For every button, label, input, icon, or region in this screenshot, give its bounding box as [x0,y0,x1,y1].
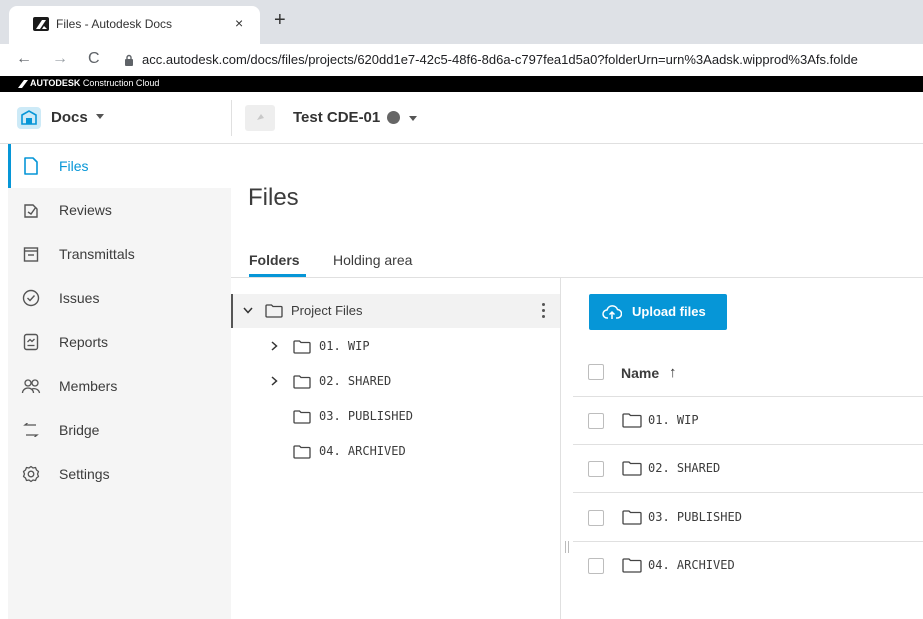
docs-module-icon[interactable] [17,107,41,129]
table-row-name[interactable]: 03. PUBLISHED [648,510,742,524]
brand-product: Construction Cloud [82,78,160,88]
chevron-down-icon[interactable] [96,114,104,119]
sidebar-item-label: Settings [59,466,110,482]
file-icon [21,156,41,176]
brand-name: AUTODESK [30,78,81,88]
tab-holding-area[interactable]: Holding area [333,252,412,268]
row-divider [573,444,923,445]
tree-item-label: 01. WIP [319,339,370,353]
active-indicator [8,144,11,188]
sidebar-item-files[interactable]: Files [8,144,231,188]
forward-icon[interactable]: → [52,49,68,69]
autodesk-favicon-icon [33,17,49,31]
members-icon [21,376,41,396]
back-icon[interactable]: ← [16,49,32,69]
row-checkbox[interactable] [588,413,604,429]
sidebar-item-label: Reviews [59,202,112,218]
pane-resize-handle[interactable] [565,541,569,553]
sidebar-item-label: Files [59,158,89,174]
sidebar-item-members[interactable]: Members [8,364,231,408]
sidebar-item-reports[interactable]: Reports [8,320,231,364]
sidebar-item-issues[interactable]: Issues [8,276,231,320]
select-all-checkbox[interactable] [588,364,604,380]
chevron-down-icon[interactable] [409,116,417,121]
browser-tab[interactable]: Files - Autodesk Docs × [9,6,260,44]
page-title: Files [248,184,299,211]
browser-tab-strip: Files - Autodesk Docs × + [0,0,923,44]
column-header-name[interactable]: Name [621,365,659,381]
folder-icon [622,413,642,428]
row-divider [573,396,923,397]
reports-icon [21,332,41,352]
table-row-name[interactable]: 01. WIP [648,413,699,427]
row-checkbox[interactable] [588,558,604,574]
cloud-upload-icon [602,305,622,319]
sidebar-item-label: Transmittals [59,246,135,262]
project-selector-label[interactable]: Test CDE-01 [293,109,380,126]
folder-icon [293,340,311,354]
row-divider [573,541,923,542]
folder-icon [293,445,311,459]
tree-item-wip[interactable]: 01. WIP [231,330,560,364]
settings-icon [21,464,41,484]
browser-address-bar: ← → C acc.autodesk.com/docs/files/projec… [0,44,923,76]
tree-item-shared[interactable]: 02. SHARED [231,365,560,399]
tree-item-label: 02. SHARED [319,374,392,388]
header-divider [231,100,232,136]
tabs-divider [231,277,923,278]
sidebar-item-transmittals[interactable]: Transmittals [8,232,231,276]
lock-icon[interactable] [124,54,134,66]
more-options-icon[interactable] [542,303,546,319]
sidebar-item-label: Bridge [59,422,100,438]
selected-indicator [231,294,233,328]
row-divider [573,492,923,493]
tree-item-project-files[interactable]: Project Files [231,294,560,328]
sidebar: Files Reviews Transmittals Issues Report… [8,144,231,619]
brand-bar: AUTODESK Construction Cloud [0,76,923,92]
folder-icon [293,375,311,389]
tab-folders[interactable]: Folders [249,252,300,268]
browser-tab-title: Files - Autodesk Docs [56,17,173,31]
tree-item-label: 04. ARCHIVED [319,444,406,458]
folder-icon [622,558,642,573]
sidebar-item-bridge[interactable]: Bridge [8,408,231,452]
bridge-icon [21,420,41,440]
pane-divider [560,278,561,619]
row-checkbox[interactable] [588,510,604,526]
upload-files-label: Upload files [632,304,706,319]
transmittals-icon [21,244,41,264]
tree-item-archived[interactable]: 04. ARCHIVED [231,435,560,469]
tree-item-label: 03. PUBLISHED [319,409,413,423]
module-switcher-label[interactable]: Docs [51,109,88,126]
folder-icon [622,461,642,476]
tree-item-published[interactable]: 03. PUBLISHED [231,400,560,434]
upload-files-button[interactable]: Upload files [589,294,727,330]
sidebar-item-label: Issues [59,290,100,306]
sort-ascending-icon[interactable]: ↑ [669,364,681,381]
chevron-right-icon[interactable] [271,376,278,386]
reload-icon[interactable]: C [88,49,100,69]
folder-icon [293,410,311,424]
new-tab-icon[interactable]: + [274,10,286,30]
tree-item-label: Project Files [291,303,363,318]
chevron-down-icon[interactable] [243,307,253,314]
project-thumbnail-icon[interactable] [245,105,275,131]
folder-icon [265,304,283,318]
chevron-right-icon[interactable] [271,341,278,351]
sidebar-item-label: Reports [59,334,109,350]
url-input[interactable]: acc.autodesk.com/docs/files/projects/620… [142,52,923,67]
app-header: Docs Test CDE-01 [0,92,923,144]
row-checkbox[interactable] [588,461,604,477]
issues-icon [21,288,41,308]
autodesk-logo-icon [18,80,28,88]
sidebar-item-settings[interactable]: Settings [8,452,231,496]
sidebar-item-reviews[interactable]: Reviews [8,188,231,232]
table-row-name[interactable]: 02. SHARED [648,461,720,475]
sidebar-item-label: Members [59,378,118,394]
reviews-icon [21,200,41,220]
close-tab-icon[interactable]: × [235,14,243,32]
table-row-name[interactable]: 04. ARCHIVED [648,558,735,572]
folder-icon [622,510,642,525]
globe-icon [387,111,400,124]
